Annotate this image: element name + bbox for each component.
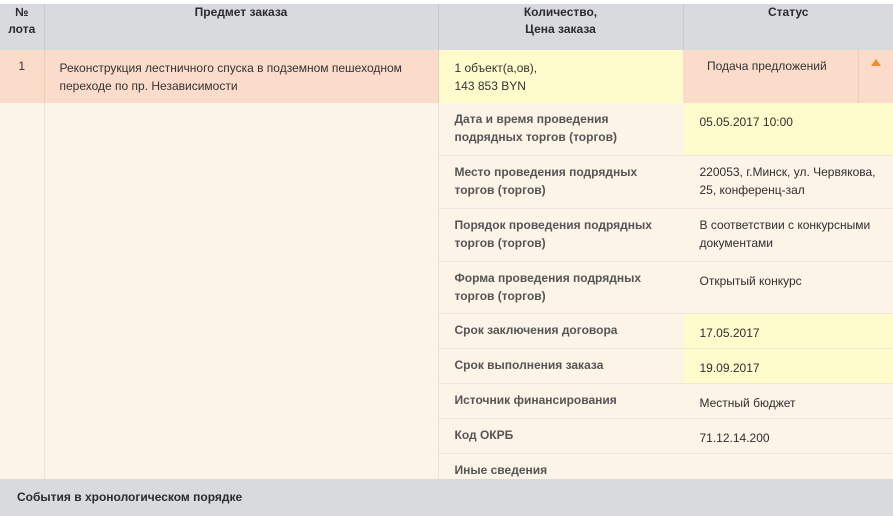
detail-label-line: Место проведения подрядных <box>454 164 638 179</box>
detail-value: Местный бюджет <box>683 383 893 419</box>
detail-label-line: торгов (торгов) <box>454 288 546 303</box>
detail-label-line: подрядных торгов (торгов) <box>454 130 618 144</box>
detail-row: Порядок проведения подрядных торгов (торг… <box>438 208 893 262</box>
detail-label-line: Дата и время проведения <box>454 112 609 126</box>
detail-label: Место проведения подрядных торгов (торгов… <box>438 155 684 209</box>
detail-label-line: Срок выполнения заказа <box>454 357 604 372</box>
detail-value: 05.05.2017 10:00 <box>683 103 893 156</box>
detail-value-line: 220053, г.Минск, ул. Червякова, <box>699 164 876 179</box>
detail-row: Срок выполнения заказа 19.09.2017 <box>438 348 893 384</box>
detail-row: Источник финансирования Местный бюджет <box>438 383 893 419</box>
lots-table: № лота Предмет заказа Количество, Цена зак… <box>0 4 893 484</box>
detail-row: Место проведения подрядных торгов (торгов… <box>438 155 893 209</box>
detail-value: 19.09.2017 <box>683 348 893 384</box>
detail-row: Срок заключения договора 17.05.2017 <box>438 313 893 349</box>
triangle-up-icon[interactable] <box>871 59 881 66</box>
detail-label: Код ОКРБ <box>438 418 684 454</box>
detail-value-line: 05.05.2017 10:00 <box>699 115 793 129</box>
detail-value-line: 19.09.2017 <box>699 360 760 375</box>
details-table: Дата и время проведения подрядных торгов … <box>438 103 893 484</box>
detail-label: Форма проведения подрядных торгов (торгов… <box>438 261 684 314</box>
detail-value-line: 71.12.14.200 <box>699 430 770 445</box>
lot-quantity-price: 1 объект(а,ов), 143 853 BYN <box>438 50 683 103</box>
detail-label-line: Код ОКРБ <box>454 427 514 442</box>
header-subject: Предмет заказа <box>44 4 439 50</box>
table-header-row: № лота Предмет заказа Количество, Цена зак… <box>0 4 893 50</box>
lot-row[interactable]: 1 Реконструкция лестничного спуска в под… <box>0 50 893 103</box>
detail-label: Срок выполнения заказа <box>438 348 684 384</box>
detail-label-line: Источник финансирования <box>454 392 617 407</box>
detail-value-line: Открытый конкурс <box>699 273 802 288</box>
detail-value-line: документами <box>699 235 773 250</box>
detail-value: 71.12.14.200 <box>683 418 893 454</box>
detail-label: Дата и время проведения подрядных торгов … <box>438 103 684 156</box>
detail-row: Форма проведения подрядных торгов (торгов… <box>438 261 893 314</box>
detail-value: Открытый конкурс <box>683 261 893 314</box>
detail-value-line: 17.05.2017 <box>699 325 760 340</box>
detail-row: Дата и время проведения подрядных торгов … <box>438 103 893 156</box>
detail-value-line: В соответствии с конкурсными <box>699 217 871 232</box>
events-section-header[interactable]: События в хронологическом порядке <box>0 479 893 516</box>
lot-details-row: Дата и время проведения подрядных торгов … <box>0 103 893 484</box>
detail-value-line: Местный бюджет <box>699 395 796 410</box>
header-lot-number: № лота <box>0 4 45 50</box>
details-cell: Дата и время проведения подрядных торгов … <box>438 103 893 484</box>
detail-label: Срок заключения договора <box>438 313 684 349</box>
lot-number: 1 <box>0 50 45 103</box>
header-status: Статус <box>683 4 893 50</box>
lot-status-cell: Подача предложений <box>683 50 893 103</box>
details-spacer-2 <box>44 103 439 484</box>
details-spacer-1 <box>0 103 45 484</box>
detail-label: Источник финансирования <box>438 383 684 419</box>
detail-label-line: торгов (торгов) <box>454 182 546 197</box>
header-quantity-price: Количество, Цена заказа <box>438 4 684 50</box>
detail-label-line: Срок заключения договора <box>454 322 618 337</box>
detail-label: Порядок проведения подрядных торгов (торг… <box>438 208 684 262</box>
detail-value: 220053, г.Минск, ул. Червякова, 25, конфе… <box>683 155 893 209</box>
detail-label-line: Иные сведения <box>454 462 548 477</box>
detail-value: 17.05.2017 <box>683 313 893 349</box>
detail-row: Код ОКРБ 71.12.14.200 <box>438 418 893 454</box>
detail-value-line: 25, конференц-зал <box>699 182 805 197</box>
status-divider <box>858 50 859 103</box>
detail-label-line: Порядок проведения подрядных <box>454 217 652 232</box>
lot-subject: Реконструкция лестничного спуска в подзе… <box>44 50 439 103</box>
detail-value: В соответствии с конкурсными документами <box>683 208 893 262</box>
detail-label-line: торгов (торгов) <box>454 235 546 250</box>
lot-page: № лота Предмет заказа Количество, Цена зак… <box>0 0 893 516</box>
lot-status: Подача предложений <box>707 59 827 73</box>
detail-label-line: Форма проведения подрядных <box>454 270 642 285</box>
